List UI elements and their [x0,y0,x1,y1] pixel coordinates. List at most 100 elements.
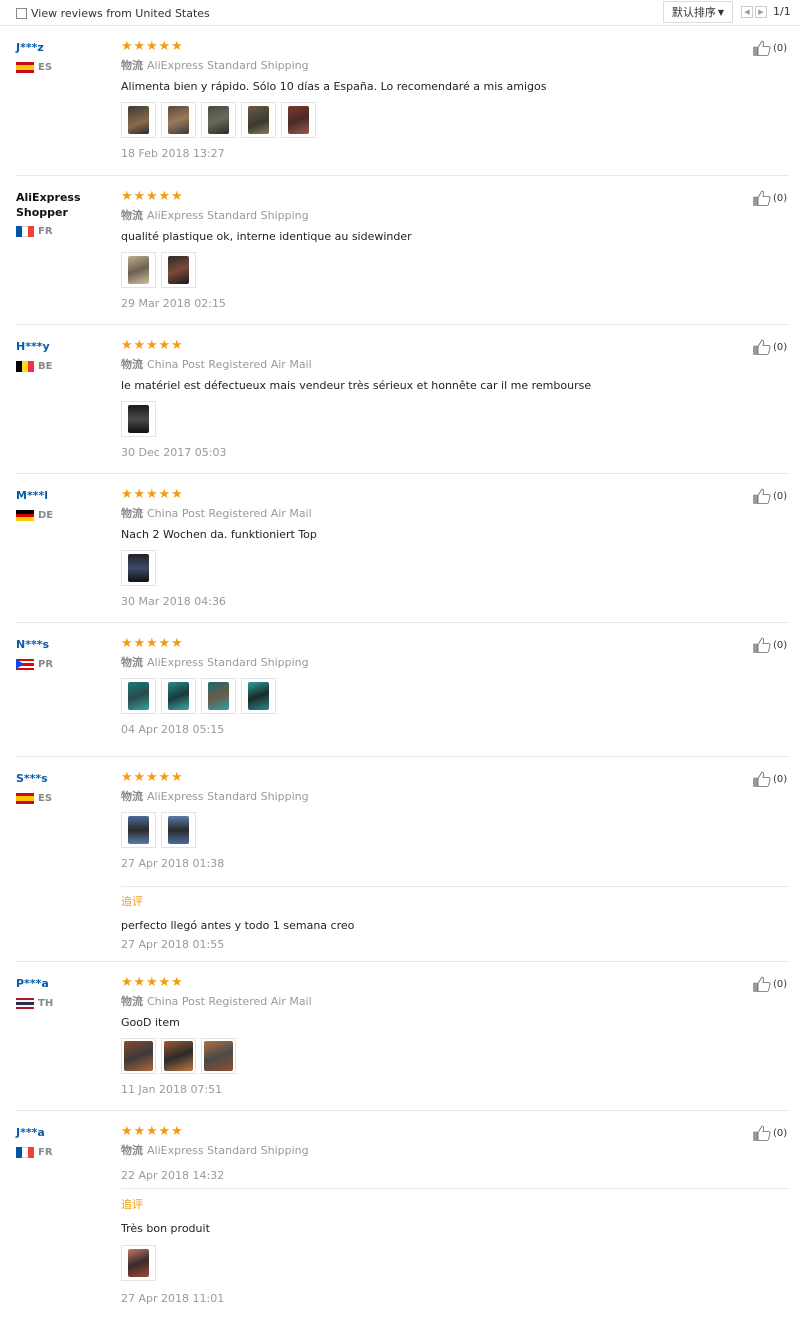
followup-text: Très bon produit [121,1222,210,1235]
review-item: S***s ES ★ ★ ★ ★ ★ 物流 AliExpress Standard Shi… [0,757,800,962]
country-code: BE [38,361,53,372]
reviewer-name[interactable]: N***s [16,637,111,652]
helpful-count: (0) [773,42,788,54]
review-photo[interactable] [121,550,156,586]
review-photo[interactable] [161,678,196,714]
review-item: J***z ES ★ ★ ★ ★ ★ 物流 AliExpress Standard Shi… [0,26,800,176]
us-filter[interactable]: View reviews from United States [16,5,210,21]
rating-stars: ★ ★ ★ ★ ★ [121,636,183,651]
review-text: Nach 2 Wochen da. funktioniert Top [121,528,317,541]
country-code: FR [38,226,53,237]
us-filter-checkbox[interactable] [16,7,27,19]
helpful-count: (0) [773,978,788,990]
review-photo[interactable] [121,401,156,437]
review-date: 30 Dec 2017 05:03 [121,446,227,459]
review-photos [121,252,741,288]
chevron-down-icon: ▼ [717,7,725,17]
helpful-button[interactable]: (0) [753,637,787,653]
review-photo[interactable] [241,102,276,138]
pager: ◀ ▶ 1/1 [741,5,791,18]
shipping-method: 物流 China Post Registered Air Mail [121,995,312,1008]
review-date: 29 Mar 2018 02:15 [121,297,226,310]
followup-label: 追评 [121,1198,143,1211]
review-date: 18 Feb 2018 13:27 [121,147,225,160]
review-photo[interactable] [241,678,276,714]
reviewer-country: PR [16,659,53,671]
sort-dropdown[interactable]: 默认排序 ▼ [663,1,733,23]
helpful-button[interactable]: (0) [753,40,787,56]
review-item: M***l DE ★ ★ ★ ★ ★ 物流 China Post Registered A… [0,474,800,623]
reviewer-name[interactable]: M***l [16,488,111,503]
review-item: AliExpress Shopper FR ★ ★ ★ ★ ★ 物流 AliExpress… [0,176,800,325]
next-page-button[interactable]: ▶ [755,5,767,18]
review-item: N***s PR ★ ★ ★ ★ ★ 物流 AliExpress Standard Shi… [0,623,800,757]
review-photos [121,678,741,714]
review-photo[interactable] [161,252,196,288]
thumbs-up-icon [753,637,771,653]
shipping-method: 物流 China Post Registered Air Mail [121,358,312,371]
reviewer-name[interactable]: J***a [16,1125,111,1140]
review-date: 04 Apr 2018 05:15 [121,723,225,736]
us-filter-label[interactable]: View reviews from United States [31,7,210,20]
helpful-button[interactable]: (0) [753,976,787,992]
sort-label: 默认排序 [671,6,716,19]
review-item: J***a FR ★ ★ ★ ★ ★ 物流 AliExpress Standard Shi… [0,1111,800,1334]
helpful-button[interactable]: (0) [753,190,787,206]
review-date: 30 Mar 2018 04:36 [121,595,226,608]
helpful-count: (0) [773,1127,788,1139]
review-photo[interactable] [121,1245,156,1281]
review-photos [121,401,741,437]
helpful-button[interactable]: (0) [753,771,787,787]
helpful-button[interactable]: (0) [753,339,787,355]
review-photo[interactable] [121,812,156,848]
reviewer-name[interactable]: H***y [16,339,111,354]
country-code: ES [38,793,53,804]
helpful-count: (0) [773,773,788,785]
reviewer-country: TH [16,998,53,1009]
review-photo[interactable] [121,678,156,714]
followup-label: 追评 [121,895,143,908]
review-photo[interactable] [201,678,236,714]
review-photos [121,1038,741,1074]
flag-de-icon [16,510,34,522]
thumbs-up-icon [753,339,771,355]
flag-es-icon [16,793,34,804]
rating-stars: ★ ★ ★ ★ ★ [121,338,183,353]
followup-divider [121,1188,789,1189]
review-photo[interactable] [121,252,156,288]
review-toolbar: View reviews from United States 默认排序 ▼ ◀… [0,0,800,26]
review-photo[interactable] [201,1038,236,1074]
prev-page-button[interactable]: ◀ [741,5,753,18]
helpful-count: (0) [773,192,788,204]
country-code: ES [38,62,53,73]
review-photo[interactable] [161,812,196,848]
review-photos [121,102,741,138]
review-photo[interactable] [161,102,196,138]
reviewer-name[interactable]: S***s [16,771,111,786]
review-photos [121,550,741,586]
followup-text: perfecto llegó antes y todo 1 semana cre… [121,919,355,932]
rating-stars: ★ ★ ★ ★ ★ [121,1124,183,1139]
rating-stars: ★ ★ ★ ★ ★ [121,487,183,502]
followup-photos [121,1245,161,1281]
shipping-method: 物流 AliExpress Standard Shipping [121,59,309,72]
review-photo[interactable] [121,102,156,138]
review-text: qualité plastique ok, interne identique … [121,230,412,243]
reviewer-name[interactable]: J***z [16,40,111,55]
review-photo[interactable] [201,102,236,138]
review-photo[interactable] [161,1038,196,1074]
review-text: le matériel est défectueux mais vendeur … [121,379,592,392]
helpful-button[interactable]: (0) [753,1125,787,1141]
flag-es-icon [16,62,34,73]
helpful-button[interactable]: (0) [753,488,787,504]
reviewer-country: FR [16,1147,53,1158]
shipping-method: 物流 AliExpress Standard Shipping [121,209,309,222]
review-photo[interactable] [121,1038,156,1074]
reviewer-name[interactable]: P***a [16,976,111,991]
reviewer-country: DE [16,510,53,522]
helpful-count: (0) [773,639,788,651]
reviewer-country: FR [16,226,53,237]
review-photo[interactable] [281,102,316,138]
flag-be-icon [16,361,34,372]
review-item: P***a TH ★ ★ ★ ★ ★ 物流 China Post Registered A… [0,962,800,1111]
